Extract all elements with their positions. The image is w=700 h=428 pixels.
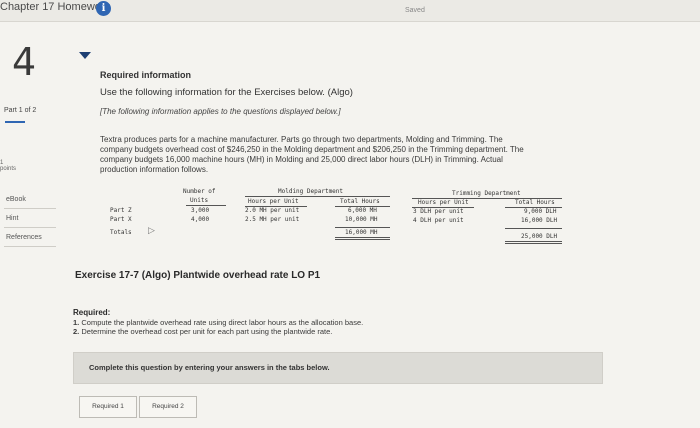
top-bar: Chapter 17 Homework i Saved — [0, 0, 700, 22]
requirement-1-number: 1. — [73, 318, 80, 327]
trimming-sum-rule — [505, 228, 562, 229]
sidebar-divider — [4, 208, 56, 209]
row-part-x-trimming-total: 16,000 DLH — [521, 217, 558, 224]
units-header-line1: Number of — [183, 188, 216, 195]
sidebar-divider — [4, 227, 56, 228]
exercise-title: Exercise 17-7 (Algo) Plantwide overhead … — [75, 270, 321, 281]
molding-total-double-rule — [335, 239, 390, 240]
question-number: 4 — [12, 40, 37, 84]
tab-required-1[interactable]: Required 1 — [79, 396, 137, 418]
molding-grand-total: 16,000 MH — [345, 229, 378, 236]
mouse-cursor-icon: ▷ — [148, 225, 155, 235]
trimming-col-total: Total Hours — [515, 199, 555, 206]
trimming-grand-total: 25,000 DLH — [521, 233, 558, 240]
required-heading: Required: — [73, 308, 111, 317]
row-part-x-molding-hpu: 2.5 MH per unit — [245, 216, 300, 223]
points-value: 1 points — [0, 160, 16, 172]
row-part-z-units: 3,000 — [191, 207, 210, 214]
homework-title: Chapter 17 Homework — [0, 1, 111, 13]
molding-sum-rule — [335, 227, 390, 228]
part-progress-bar — [5, 121, 25, 123]
trimming-total-double-rule — [505, 241, 562, 242]
trimming-header: Trimming Department — [452, 190, 521, 197]
molding-header: Molding Department — [278, 188, 344, 195]
totals-label: Totals — [110, 229, 132, 236]
requirement-1: 1. Compute the plantwide overhead rate u… — [73, 318, 363, 327]
trimming-total-double-rule — [505, 243, 562, 244]
requirement-2: 2. Determine the overhead cost per unit … — [73, 327, 332, 336]
tab-required-2[interactable]: Required 2 — [139, 396, 197, 418]
paragraph-line: Textra produces parts for a machine manu… — [100, 135, 503, 144]
row-part-x-units: 4,000 — [191, 216, 210, 223]
trimming-col-hpu: Hours per Unit — [418, 199, 469, 206]
requirement-2-number: 2. — [73, 327, 80, 336]
saved-status: Saved — [405, 7, 425, 14]
row-part-z-trimming-hpu: 3 DLH per unit — [413, 208, 464, 215]
hint-link[interactable]: Hint — [6, 215, 52, 222]
units-header-rule — [186, 205, 226, 206]
row-part-z-molding-total: 6,000 MH — [348, 207, 377, 214]
row-part-z-label: Part Z — [110, 207, 132, 214]
paragraph-line: company budgets 16,000 machine hours (MH… — [100, 155, 503, 164]
molding-total-double-rule — [335, 237, 390, 238]
ebook-link[interactable]: eBook — [6, 196, 52, 203]
part-indicator: Part 1 of 2 — [4, 107, 37, 114]
molding-col-total: Total Hours — [340, 198, 380, 205]
molding-header-rule — [245, 196, 390, 197]
paragraph-line: company budgets overhead cost of $246,25… — [100, 145, 524, 154]
units-header-line2: Units — [190, 197, 209, 204]
requirement-1-text: Compute the plantwide overhead rate usin… — [81, 318, 364, 327]
use-following-heading: Use the following information for the Ex… — [100, 87, 353, 98]
problem-paragraph: Textra produces parts for a machine manu… — [100, 135, 640, 175]
row-part-x-trimming-hpu: 4 DLH per unit — [413, 217, 464, 224]
required-information-heading: Required information — [100, 70, 192, 80]
info-icon[interactable]: i — [96, 1, 111, 16]
row-part-x-molding-total: 10,000 MH — [345, 216, 378, 223]
instructions-box: Complete this question by entering your … — [73, 352, 603, 384]
row-part-z-trimming-total: 9,000 DLH — [524, 208, 557, 215]
chevron-down-icon[interactable] — [79, 52, 91, 59]
requirement-2-text: Determine the overhead cost per unit for… — [81, 327, 333, 336]
applies-note: [The following information applies to th… — [100, 107, 341, 116]
molding-col-hpu: Hours per Unit — [248, 198, 299, 205]
references-link[interactable]: References — [6, 234, 52, 241]
paragraph-line: production information follows. — [100, 165, 209, 174]
row-part-x-label: Part X — [110, 216, 132, 223]
row-part-z-molding-hpu: 2.0 MH per unit — [245, 207, 300, 214]
points-label: points — [0, 166, 17, 172]
sidebar-divider — [4, 246, 56, 247]
instructions-text: Complete this question by entering your … — [89, 363, 330, 372]
